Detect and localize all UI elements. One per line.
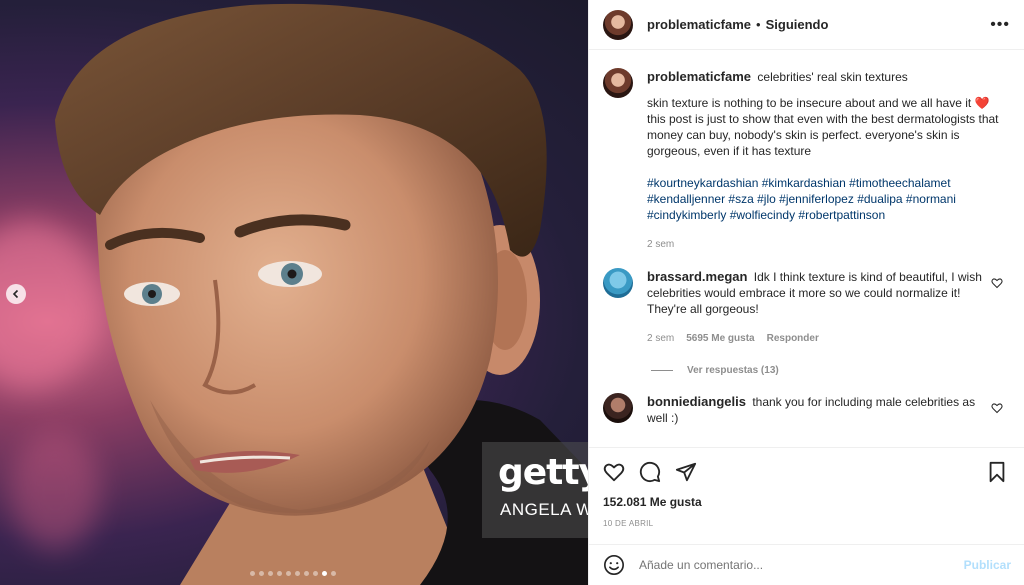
share-button[interactable] <box>675 461 697 483</box>
comment-time[interactable]: 2 sem <box>647 331 674 347</box>
comments-section[interactable]: problematicfame celebrities' real skin t… <box>589 51 1024 446</box>
caption-text: skin texture is nothing to be insecure a… <box>647 96 999 158</box>
carousel-dot <box>286 571 291 576</box>
hashtag-link[interactable]: #dualipa <box>857 192 902 206</box>
caption-body: problematicfame celebrities' real skin t… <box>647 69 1011 253</box>
hashtag-link[interactable]: #jlo <box>757 192 776 206</box>
more-options-icon[interactable]: ••• <box>990 16 1010 34</box>
comment-like-heart-icon[interactable] <box>991 402 1003 414</box>
watermark-brand: gettyi <box>498 452 588 493</box>
comment-username[interactable]: brassard.megan <box>647 269 747 284</box>
comment: bonniediangelis thank you for including … <box>603 393 1011 426</box>
hashtag-link[interactable]: #jenniferlopez <box>779 192 854 206</box>
hashtag-link[interactable]: #kendalljenner <box>647 192 725 206</box>
comment-button[interactable] <box>639 461 661 483</box>
carousel-dot <box>313 571 318 576</box>
carousel-dot <box>268 571 273 576</box>
carousel-dot <box>250 571 255 576</box>
comment: brassard.megan Idk I think texture is ki… <box>603 268 1011 347</box>
caption: problematicfame celebrities' real skin t… <box>603 68 1011 253</box>
watermark-credit: ANGELA W <box>500 500 588 519</box>
comment-input[interactable] <box>639 558 964 572</box>
heart-icon <box>603 463 625 481</box>
previous-slide-button[interactable] <box>6 284 26 304</box>
carousel-dot <box>259 571 264 576</box>
carousel-dot <box>295 571 300 576</box>
bookmark-icon <box>989 461 1005 482</box>
emoji-button[interactable] <box>603 554 625 576</box>
post-header: problematicfame • Siguiendo ••• <box>589 0 1024 50</box>
caption-avatar[interactable] <box>603 68 633 98</box>
carousel-indicator <box>250 571 336 576</box>
carousel-dot <box>304 571 309 576</box>
view-replies-button[interactable]: Ver respuestas (13) <box>651 365 1011 376</box>
publish-button[interactable]: Publicar <box>964 558 1011 572</box>
hashtag-link[interactable]: #sza <box>728 192 753 206</box>
comment-body: brassard.megan Idk I think texture is ki… <box>647 269 991 347</box>
post-side-panel: problematicfame • Siguiendo ••• problema… <box>588 0 1024 585</box>
comment-meta: 2 sem 5695 Me gusta Responder <box>647 331 991 347</box>
hashtag-link[interactable]: #cindykimberly <box>647 208 726 222</box>
commenter-avatar[interactable] <box>603 393 633 423</box>
view-replies-label: Ver respuestas (13) <box>687 365 779 376</box>
caption-title: celebrities' real skin textures <box>757 70 908 84</box>
caption-hashtags: #kourtneykardashian #kimkardashian #timo… <box>647 175 1011 223</box>
comment-body: bonniediangelis thank you for including … <box>647 394 991 426</box>
post-date[interactable]: 10 DE ABRIL <box>603 519 653 528</box>
hashtag-link[interactable]: #kourtneykardashian <box>647 176 758 190</box>
author-avatar[interactable] <box>603 9 633 40</box>
carousel-dot <box>331 571 336 576</box>
hashtag-link[interactable]: #wolfiecindy <box>730 208 795 222</box>
caption-time[interactable]: 2 sem <box>647 237 1011 253</box>
following-button[interactable]: Siguiendo <box>766 17 829 32</box>
comment-username[interactable]: bonniediangelis <box>647 394 746 409</box>
getty-watermark: gettyi ANGELA W <box>482 442 588 538</box>
likes-count[interactable]: 152.081 Me gusta <box>603 495 702 509</box>
post-image[interactable]: gettyi ANGELA W <box>0 0 588 585</box>
paper-plane-icon <box>675 462 697 481</box>
comment-likes[interactable]: 5695 Me gusta <box>686 331 754 347</box>
author-username[interactable]: problematicfame <box>647 17 751 32</box>
hashtag-link[interactable]: #robertpattinson <box>798 208 885 222</box>
like-button[interactable] <box>603 461 625 483</box>
add-comment-bar: Publicar <box>589 544 1024 585</box>
caption-username[interactable]: problematicfame <box>647 69 751 84</box>
post-actions <box>589 447 1024 495</box>
header-separator: • <box>756 17 761 32</box>
save-button[interactable] <box>987 461 1007 483</box>
carousel-dot <box>277 571 282 576</box>
comment-like-heart-icon[interactable] <box>991 277 1003 289</box>
carousel-dot <box>322 571 327 576</box>
smiley-icon <box>604 555 624 575</box>
hashtag-link[interactable]: #kimkardashian <box>762 176 846 190</box>
hashtag-link[interactable]: #timotheechalamet <box>849 176 950 190</box>
chevron-left-icon <box>12 289 19 299</box>
replies-line <box>651 370 673 371</box>
commenter-avatar[interactable] <box>603 268 633 298</box>
hashtag-link[interactable]: #normani <box>906 192 956 206</box>
reply-button[interactable]: Responder <box>767 331 819 347</box>
comment-bubble-icon <box>639 461 661 482</box>
